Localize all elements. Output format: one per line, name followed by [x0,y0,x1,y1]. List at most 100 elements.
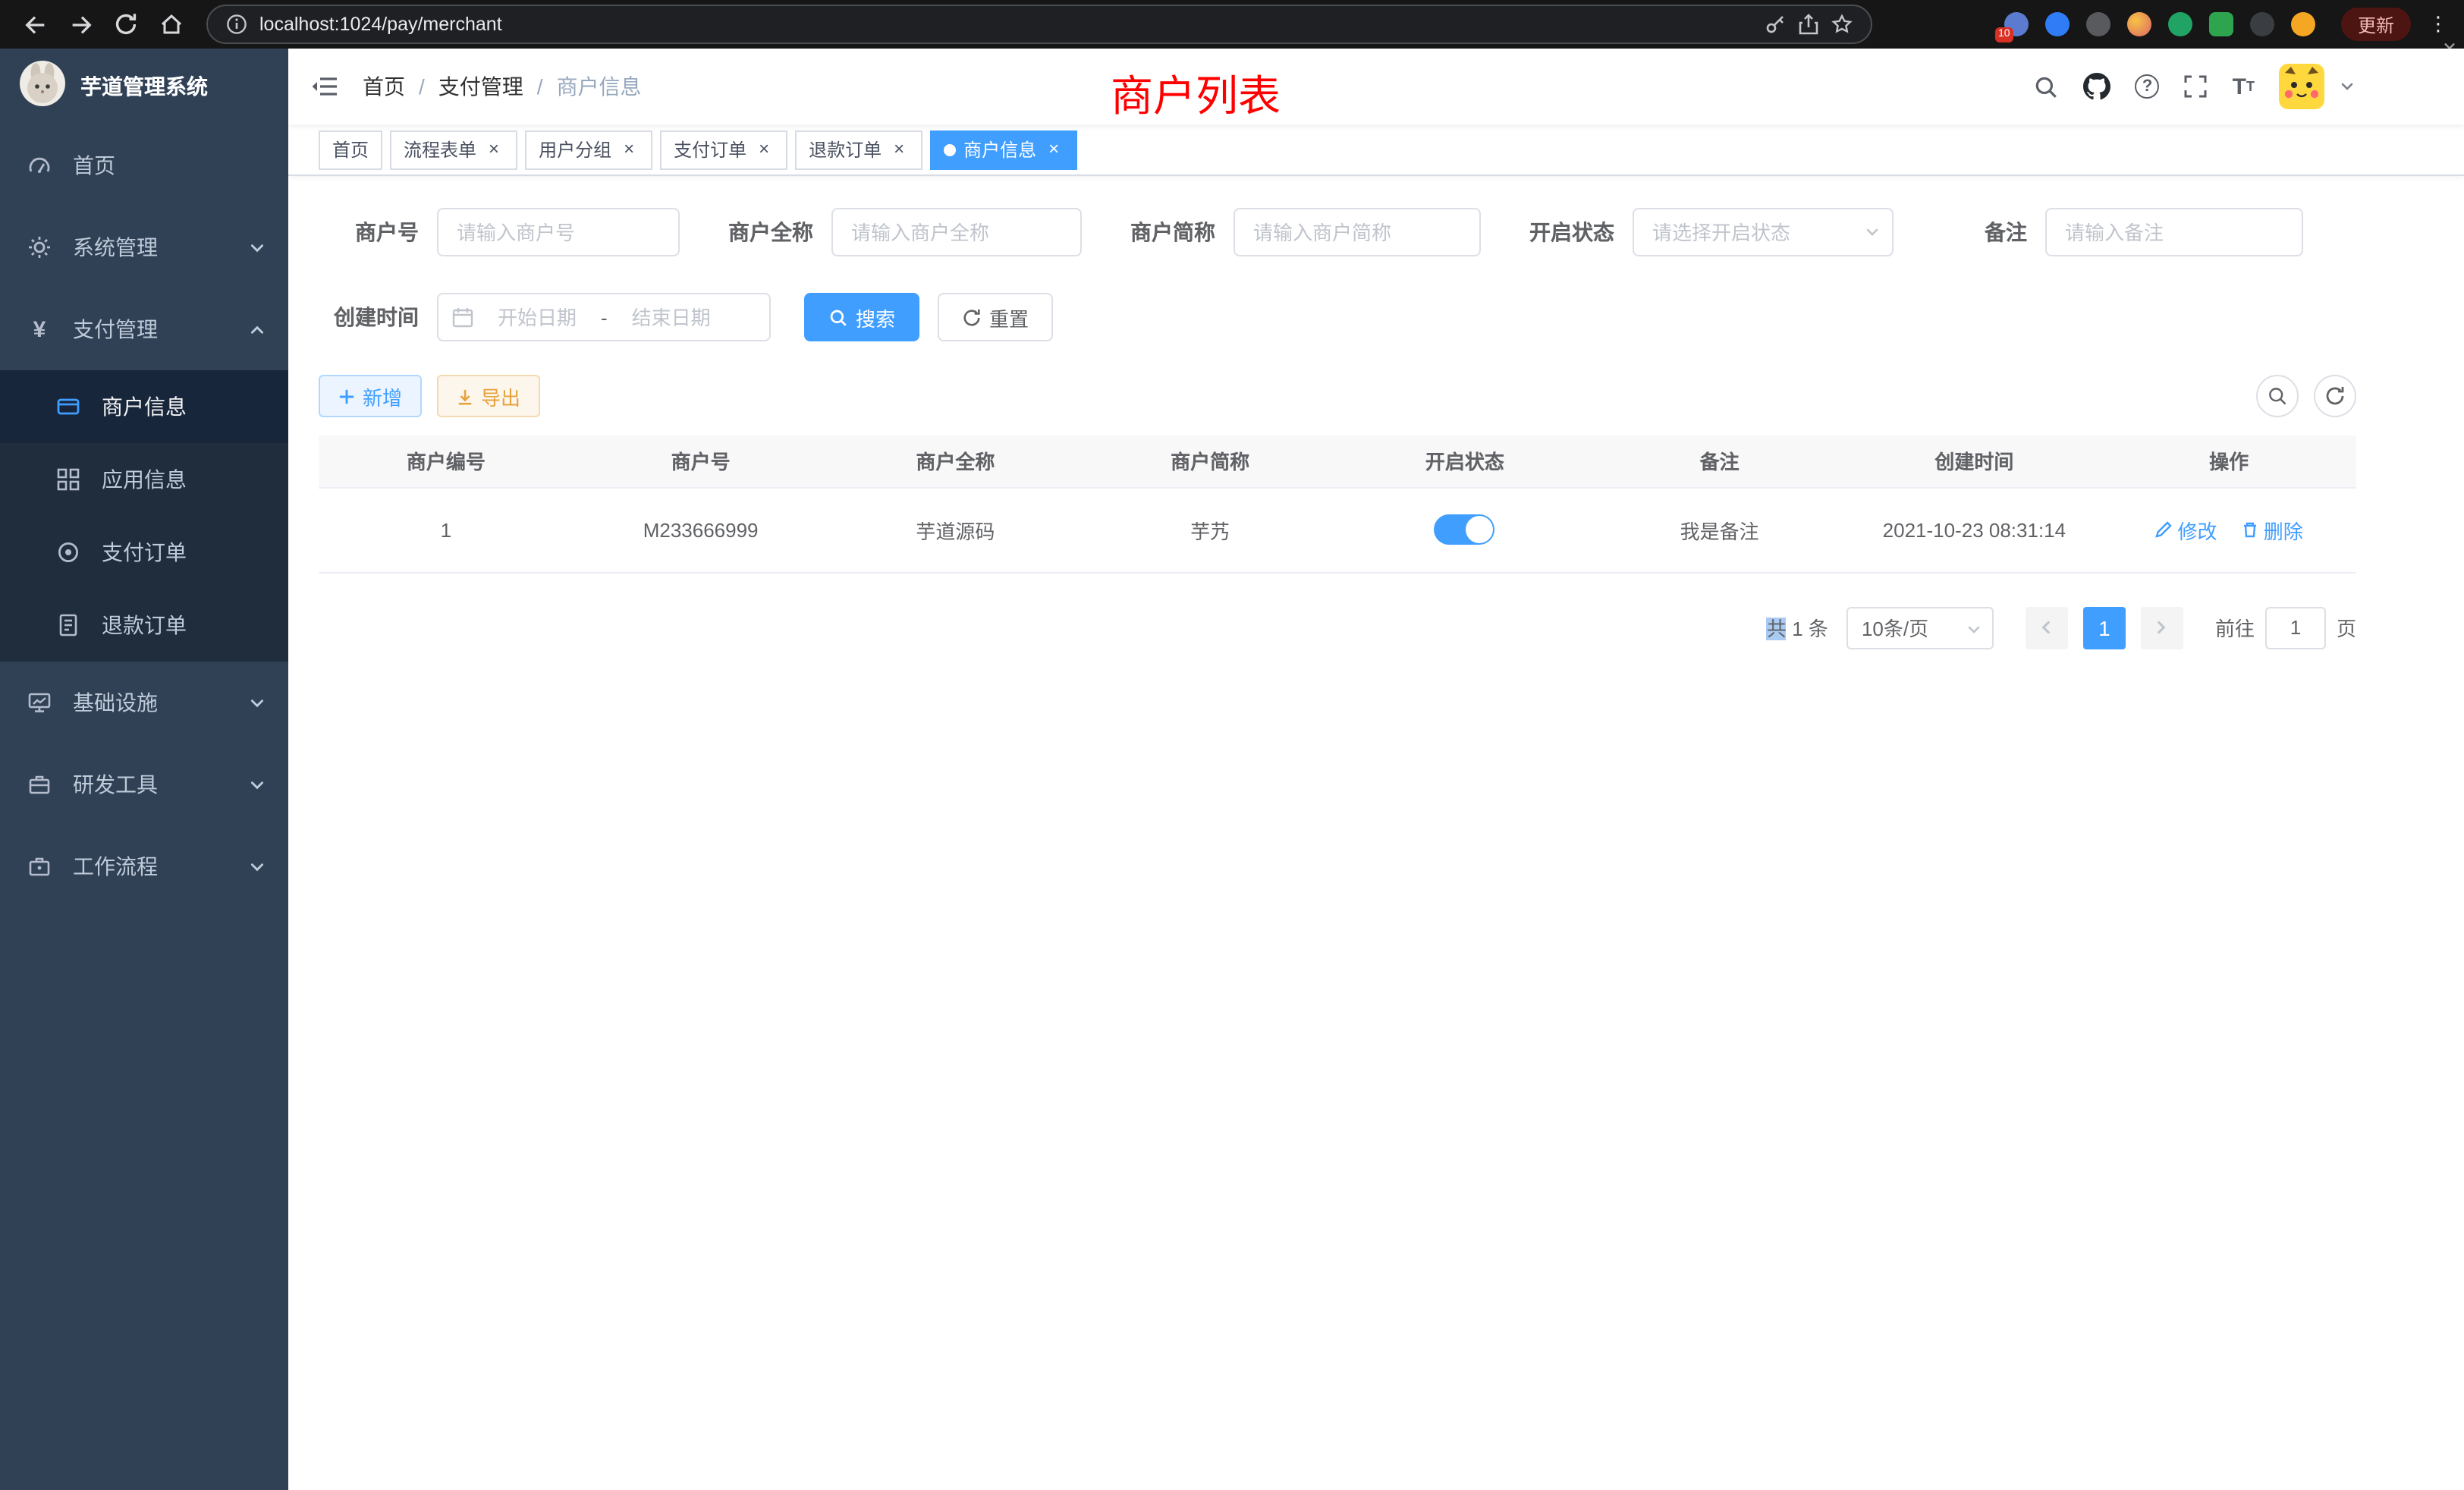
key-icon[interactable] [1765,14,1786,35]
extension-icon[interactable]: 10 [2004,12,2029,36]
fullscreen-icon[interactable] [2184,74,2208,99]
bookmark-star-icon[interactable] [1831,14,1853,35]
breadcrumb-current: 商户信息 [557,71,642,102]
breadcrumb: 首页 / 支付管理 / 商户信息 [363,71,642,102]
avatar-caret-icon[interactable] [2340,79,2355,94]
close-icon[interactable]: × [619,140,639,159]
reset-button[interactable]: 重置 [938,293,1053,341]
sidebar: 芋道管理系统 首页 系统管理 ¥ 支付管理 [0,49,288,1490]
payment-submenu: 商户信息 应用信息 支付订单 [0,370,288,662]
tab-label: 退款订单 [809,137,882,162]
close-icon[interactable]: × [754,140,774,159]
column-header: 商户编号 [319,435,574,487]
filter-create-time: 创建时间 - [319,293,771,341]
extension-icon[interactable] [2045,12,2070,36]
tab-merchant-info[interactable]: 商户信息 × [930,130,1077,169]
extension-badge: 10 [1995,27,2013,42]
sidebar-item-merchant-info[interactable]: 商户信息 [0,370,288,443]
next-page-button[interactable] [2141,606,2183,649]
extension-icon[interactable] [2291,12,2315,36]
forward-icon[interactable] [61,5,100,44]
page-jumper: 前往 页 [2215,606,2356,649]
briefcase-icon [26,854,53,879]
calendar-icon [452,306,473,328]
breadcrumb-payment[interactable]: 支付管理 [438,71,523,102]
tab-process-form[interactable]: 流程表单 × [390,130,517,169]
refresh-icon[interactable] [2314,375,2356,417]
sidebar-toggle-icon[interactable] [311,74,338,99]
sidebar-item-home[interactable]: 首页 [0,124,288,206]
merchant-no-input[interactable] [437,208,680,256]
prev-page-button[interactable] [2026,606,2068,649]
sidebar-item-infrastructure[interactable]: 基础设施 [0,662,288,743]
order-icon [55,540,82,564]
extension-icon[interactable] [2127,12,2151,36]
info-icon[interactable] [226,14,247,35]
add-button[interactable]: 新增 [319,375,422,417]
back-icon[interactable] [15,5,55,44]
github-icon[interactable] [2084,73,2111,100]
tab-refund-orders[interactable]: 退款订单 × [795,130,922,169]
extension-icon[interactable] [2086,12,2110,36]
reset-button-label: 重置 [989,303,1029,332]
tab-label: 支付订单 [674,137,746,162]
start-date-input[interactable] [481,306,593,328]
extension-icon[interactable] [2168,12,2192,36]
app-logo[interactable]: 芋道管理系统 [0,49,288,124]
cell-remark: 我是备注 [1592,487,1847,572]
full-name-input[interactable] [831,208,1082,256]
page-size-select[interactable]: 10条/页 [1846,606,1994,649]
edit-link[interactable]: 修改 [2154,515,2217,544]
home-icon[interactable] [152,5,191,44]
breadcrumb-home[interactable]: 首页 [363,71,405,102]
total-count: 1 [1792,618,1802,640]
page-number-button[interactable]: 1 [2083,606,2126,649]
date-range-picker[interactable]: - [437,293,771,341]
chevron-up-icon [249,321,266,338]
remark-input[interactable] [2045,208,2303,256]
short-name-input[interactable] [1234,208,1481,256]
sidebar-item-payment-orders[interactable]: 支付订单 [0,516,288,589]
sidebar-item-workflow[interactable]: 工作流程 [0,825,288,907]
user-avatar[interactable] [2279,64,2324,109]
extension-icon[interactable] [2250,12,2274,36]
search-button[interactable]: 搜索 [804,293,919,341]
browser-update-button[interactable]: 更新 [2341,8,2411,41]
goto-suffix: 页 [2337,613,2356,642]
sidebar-item-dev-tools[interactable]: 研发工具 [0,743,288,825]
sidebar-item-payment[interactable]: ¥ 支付管理 [0,288,288,370]
total-suffix: 条 [1809,618,1828,640]
filter-label: 商户号 [319,217,437,247]
extension-icon[interactable] [2209,12,2233,36]
close-icon[interactable]: × [484,140,504,159]
address-bar[interactable]: localhost:1024/pay/merchant [206,5,1872,44]
tab-user-group[interactable]: 用户分组 × [525,130,652,169]
reload-icon[interactable] [106,5,146,44]
delete-link[interactable]: 删除 [2241,515,2303,544]
tab-payment-orders[interactable]: 支付订单 × [660,130,787,169]
close-icon[interactable]: × [889,140,909,159]
status-toggle[interactable] [1435,514,1495,545]
export-button[interactable]: 导出 [437,375,540,417]
end-date-input[interactable] [615,306,728,328]
add-button-label: 新增 [363,382,402,410]
export-button-label: 导出 [481,382,520,410]
share-icon[interactable] [1798,14,1819,35]
cell-status [1337,487,1592,572]
sidebar-item-refund-orders[interactable]: 退款订单 [0,589,288,662]
tab-label: 流程表单 [404,137,476,162]
chevron-down-icon [1966,621,1982,637]
help-icon[interactable]: ? [2136,74,2160,99]
column-header: 创建时间 [1847,435,2102,487]
font-size-icon[interactable]: TT [2233,74,2255,99]
sidebar-item-app-info[interactable]: 应用信息 [0,443,288,516]
screen: localhost:1024/pay/merchant 10 [0,0,2464,1490]
toggle-search-icon[interactable] [2256,375,2299,417]
tab-home[interactable]: 首页 [319,130,382,169]
goto-page-input[interactable] [2265,606,2326,649]
sidebar-item-system[interactable]: 系统管理 [0,206,288,288]
breadcrumb-separator: / [537,74,543,99]
header-search-icon[interactable] [2034,74,2060,99]
status-select[interactable] [1633,208,1894,256]
close-icon[interactable]: × [1044,140,1064,159]
